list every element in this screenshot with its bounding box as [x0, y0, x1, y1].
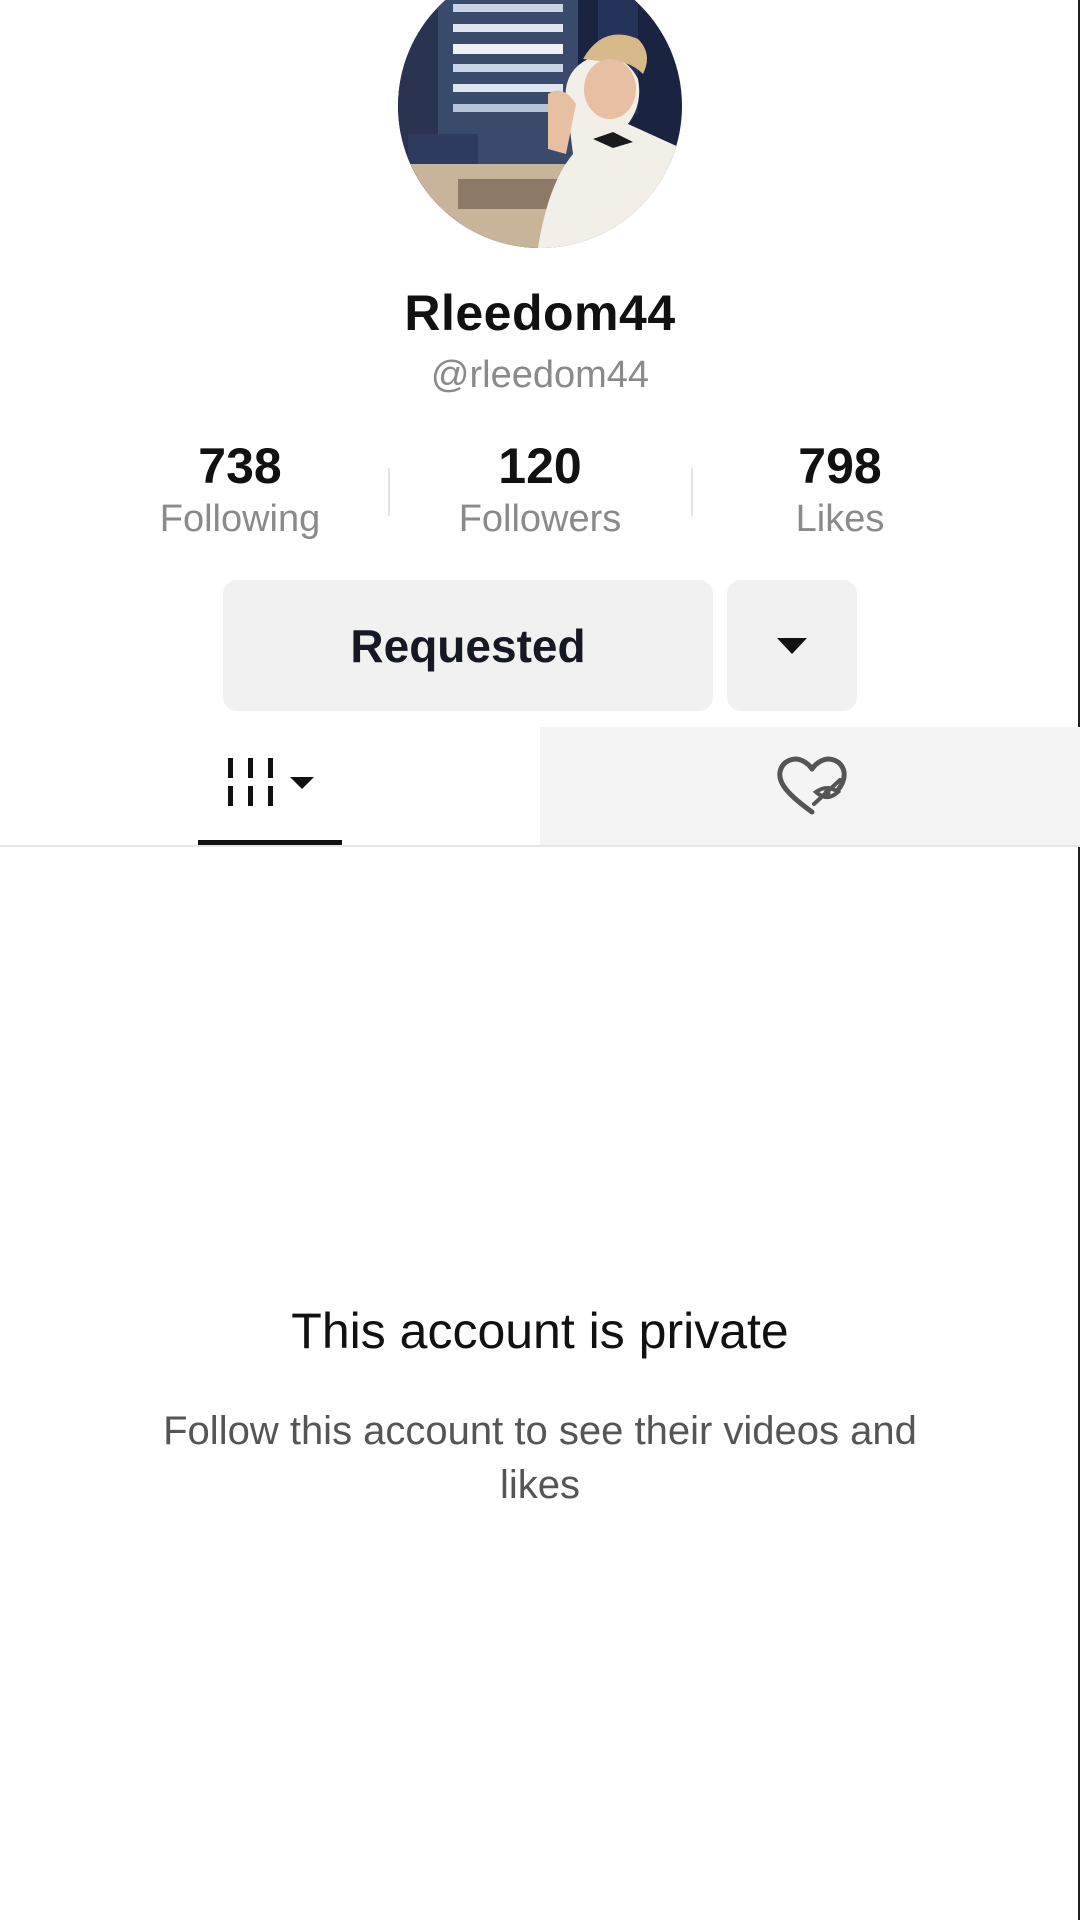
likes-stat[interactable]: 798 Likes: [710, 436, 970, 541]
tab-videos[interactable]: [0, 727, 540, 845]
likes-count: 798: [798, 438, 882, 494]
following-stat[interactable]: 738 Following: [110, 436, 370, 541]
more-options-button[interactable]: [727, 580, 857, 711]
requested-button[interactable]: Requested: [223, 580, 713, 711]
tab-liked[interactable]: [540, 727, 1080, 845]
following-label: Following: [159, 498, 321, 540]
grid-icon: [228, 758, 314, 806]
username: @rleedom44: [430, 354, 650, 396]
display-name: Rleedom44: [404, 285, 676, 341]
caret-down-icon: [777, 637, 807, 654]
stat-divider: [388, 468, 390, 516]
avatar[interactable]: [398, 0, 682, 248]
private-account-message: Follow this account to see their videos …: [163, 1409, 917, 1507]
private-account-title: This account is private: [291, 1303, 789, 1359]
following-count: 738: [198, 438, 282, 494]
followers-label: Followers: [458, 498, 622, 540]
hidden-heart-icon: [777, 756, 847, 815]
avatar-photo: [398, 0, 682, 248]
tab-divider: [0, 845, 1080, 847]
likes-label: Likes: [795, 498, 885, 540]
followers-count: 120: [498, 438, 582, 494]
followers-stat[interactable]: 120 Followers: [410, 436, 670, 541]
stat-divider: [691, 468, 693, 516]
